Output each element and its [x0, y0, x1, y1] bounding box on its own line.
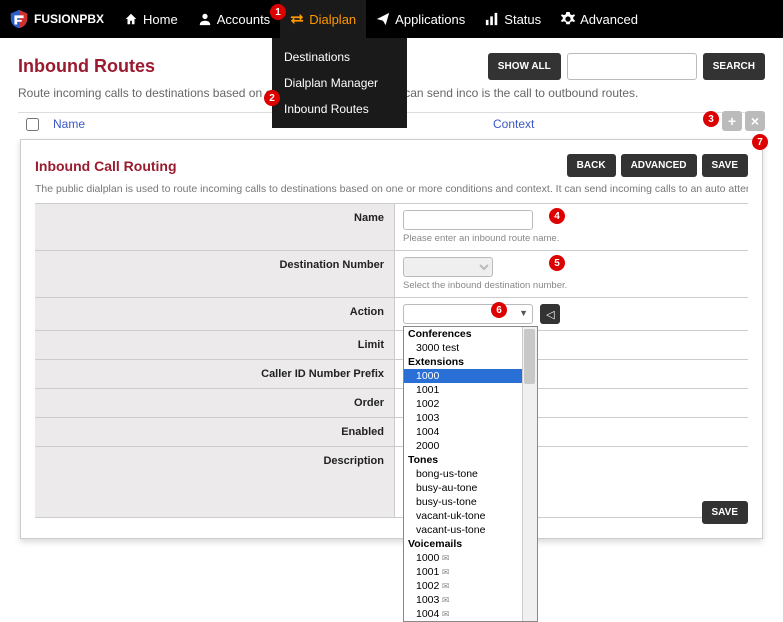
- form-card: 7 Inbound Call Routing BACK ADVANCED SAV…: [20, 139, 763, 539]
- dropdown-manager[interactable]: Dialplan Manager: [272, 70, 407, 96]
- group-tones: Tones: [404, 453, 537, 467]
- nav-status[interactable]: Status: [475, 0, 551, 38]
- dropdown-scrollbar[interactable]: [522, 327, 537, 621]
- callout-3: 3: [703, 111, 719, 127]
- card-description: The public dialplan is used to route inc…: [35, 183, 748, 204]
- save-button-top[interactable]: SAVE: [702, 154, 749, 177]
- option-ext-4[interactable]: 1004: [404, 425, 537, 439]
- nav-status-label: Status: [504, 12, 541, 27]
- option-vm-2[interactable]: 1002: [404, 579, 537, 593]
- action-expand-button[interactable]: ◁: [540, 304, 560, 324]
- option-tone-4[interactable]: vacant-us-tone: [404, 523, 537, 537]
- dest-label: Destination Number: [35, 251, 395, 297]
- add-button[interactable]: +: [722, 111, 742, 131]
- select-all-checkbox[interactable]: [26, 118, 39, 131]
- group-extensions: Extensions: [404, 355, 537, 369]
- nav-dialplan[interactable]: Dialplan: [280, 0, 366, 38]
- nav-accounts-label: Accounts: [217, 12, 270, 27]
- option-ext-0[interactable]: 1000: [404, 369, 537, 383]
- save-button-bottom[interactable]: SAVE: [702, 501, 749, 524]
- callout-4: 4: [549, 208, 565, 224]
- nav-advanced-label: Advanced: [580, 12, 638, 27]
- description-label: Description: [35, 447, 395, 517]
- group-conferences: Conferences: [404, 327, 537, 341]
- order-label: Order: [35, 389, 395, 417]
- nav-home[interactable]: Home: [114, 0, 188, 38]
- group-voicemails: Voicemails: [404, 537, 537, 551]
- cid-label: Caller ID Number Prefix: [35, 360, 395, 388]
- brand-logo: FUSIONPBX: [8, 8, 104, 30]
- gear-icon: [561, 12, 575, 26]
- search-button[interactable]: SEARCH: [703, 53, 765, 80]
- callout-1: 1: [270, 4, 286, 20]
- nav-dialplan-label: Dialplan: [309, 12, 356, 27]
- page-title: Inbound Routes: [18, 56, 155, 77]
- option-vm-1[interactable]: 1001: [404, 565, 537, 579]
- option-ext-5[interactable]: 2000: [404, 439, 537, 453]
- dropdown-inbound[interactable]: Inbound Routes: [272, 96, 407, 122]
- card-title: Inbound Call Routing: [35, 158, 177, 174]
- send-icon: [376, 12, 390, 26]
- dropdown-destinations[interactable]: Destinations: [272, 44, 407, 70]
- callout-7: 7: [752, 134, 768, 150]
- exchange-icon: [290, 12, 304, 26]
- main-nav: Home Accounts Dialplan Applications Stat…: [114, 0, 648, 38]
- dest-hint: Select the inbound destination number.: [403, 280, 740, 291]
- name-label: Name: [35, 204, 395, 250]
- option-ext-1[interactable]: 1001: [404, 383, 537, 397]
- nav-advanced[interactable]: Advanced: [551, 0, 648, 38]
- nav-applications[interactable]: Applications: [366, 0, 475, 38]
- name-input[interactable]: [403, 210, 533, 230]
- dest-select[interactable]: [403, 257, 493, 277]
- action-dropdown-list: Conferences 3000 test Extensions 1000 10…: [403, 326, 538, 622]
- back-button[interactable]: BACK: [567, 154, 616, 177]
- action-select[interactable]: [403, 304, 533, 324]
- callout-2: 2: [264, 90, 280, 106]
- brand-text: FUSIONPBX: [34, 12, 104, 26]
- action-label: Action: [35, 298, 395, 330]
- nav-home-label: Home: [143, 12, 178, 27]
- callout-5: 5: [549, 255, 565, 271]
- option-conf-0[interactable]: 3000 test: [404, 341, 537, 355]
- name-hint: Please enter an inbound route name.: [403, 233, 740, 244]
- nav-applications-label: Applications: [395, 12, 465, 27]
- advanced-button[interactable]: ADVANCED: [621, 154, 697, 177]
- scrollbar-thumb[interactable]: [524, 329, 535, 384]
- option-tone-0[interactable]: bong-us-tone: [404, 467, 537, 481]
- home-icon: [124, 12, 138, 26]
- delete-button[interactable]: ×: [745, 111, 765, 131]
- option-vm-0[interactable]: 1000: [404, 551, 537, 565]
- option-tone-3[interactable]: vacant-uk-tone: [404, 509, 537, 523]
- search-input[interactable]: [567, 53, 697, 80]
- show-all-button[interactable]: SHOW ALL: [488, 53, 561, 80]
- option-ext-2[interactable]: 1002: [404, 397, 537, 411]
- limit-label: Limit: [35, 331, 395, 359]
- callout-6: 6: [491, 302, 507, 318]
- option-tone-2[interactable]: busy-us-tone: [404, 495, 537, 509]
- option-tone-1[interactable]: busy-au-tone: [404, 481, 537, 495]
- user-icon: [198, 12, 212, 26]
- dialplan-dropdown: Destinations Dialplan Manager Inbound Ro…: [272, 38, 407, 128]
- option-vm-4[interactable]: 1004: [404, 607, 537, 621]
- enabled-label: Enabled: [35, 418, 395, 446]
- bars-icon: [485, 12, 499, 26]
- col-context[interactable]: Context: [493, 117, 534, 131]
- option-ext-3[interactable]: 1003: [404, 411, 537, 425]
- nav-accounts[interactable]: Accounts: [188, 0, 280, 38]
- option-vm-3[interactable]: 1003: [404, 593, 537, 607]
- shield-logo-icon: [8, 8, 30, 30]
